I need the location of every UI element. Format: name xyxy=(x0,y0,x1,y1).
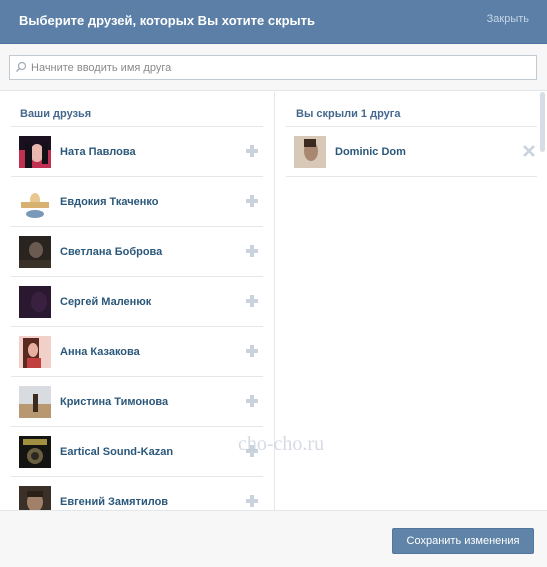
dialog-title: Выберите друзей, которых Вы хотите скрыт… xyxy=(19,13,316,28)
friend-name[interactable]: Dominic Dom xyxy=(335,146,406,158)
avatar xyxy=(19,386,51,418)
friend-row[interactable]: Eartical Sound-Kazan xyxy=(11,427,263,477)
friend-row[interactable]: Светлана Боброва xyxy=(11,227,263,277)
close-icon[interactable] xyxy=(523,145,535,157)
friend-name[interactable]: Eartical Sound-Kazan xyxy=(60,446,173,458)
avatar xyxy=(19,136,51,168)
friend-name[interactable]: Евдокия Ткаченко xyxy=(60,196,158,208)
friend-name[interactable]: Ната Павлова xyxy=(60,146,136,158)
plus-icon[interactable] xyxy=(246,495,258,507)
plus-icon[interactable] xyxy=(246,195,258,207)
watermark: cho-cho.ru xyxy=(238,433,325,455)
friend-name[interactable]: Сергей Маленюк xyxy=(60,296,151,308)
plus-icon[interactable] xyxy=(246,145,258,157)
avatar xyxy=(19,336,51,368)
friend-name[interactable]: Кристина Тимонова xyxy=(60,396,168,408)
friend-row[interactable]: Евдокия Ткаченко xyxy=(11,177,263,227)
search-icon xyxy=(16,61,27,72)
search-bar xyxy=(0,44,547,91)
hidden-friend-row[interactable]: Dominic Dom xyxy=(286,127,537,177)
close-link[interactable]: Закрыть xyxy=(487,13,529,25)
hidden-column-title: Вы скрыли 1 друга xyxy=(296,108,401,120)
friends-column: Ваши друзья Ната Павлова Евдокия Ткаченк… xyxy=(0,92,274,510)
friend-row[interactable]: Анна Казакова xyxy=(11,327,263,377)
plus-icon[interactable] xyxy=(246,245,258,257)
friend-row[interactable]: Сергей Маленюк xyxy=(11,277,263,327)
friend-row[interactable]: Кристина Тимонова xyxy=(11,377,263,427)
scrollbar[interactable] xyxy=(540,92,545,152)
avatar xyxy=(19,236,51,268)
plus-icon[interactable] xyxy=(246,395,258,407)
avatar xyxy=(19,286,51,318)
avatar xyxy=(294,136,326,168)
dialog-footer: Сохранить изменения xyxy=(0,510,547,567)
friends-column-title: Ваши друзья xyxy=(20,108,92,120)
avatar xyxy=(19,186,51,218)
friend-row[interactable]: Евгений Замятилов xyxy=(11,477,263,510)
search-box[interactable] xyxy=(9,55,537,80)
dialog-header: Выберите друзей, которых Вы хотите скрыт… xyxy=(0,0,547,44)
friend-name[interactable]: Евгений Замятилов xyxy=(60,496,168,508)
plus-icon[interactable] xyxy=(246,345,258,357)
friend-name[interactable]: Светлана Боброва xyxy=(60,246,162,258)
search-input[interactable] xyxy=(31,58,531,77)
friend-row[interactable]: Ната Павлова xyxy=(11,127,263,177)
plus-icon[interactable] xyxy=(246,295,258,307)
avatar xyxy=(19,486,51,510)
avatar xyxy=(19,436,51,468)
friend-name[interactable]: Анна Казакова xyxy=(60,346,140,358)
save-button[interactable]: Сохранить изменения xyxy=(392,528,534,554)
